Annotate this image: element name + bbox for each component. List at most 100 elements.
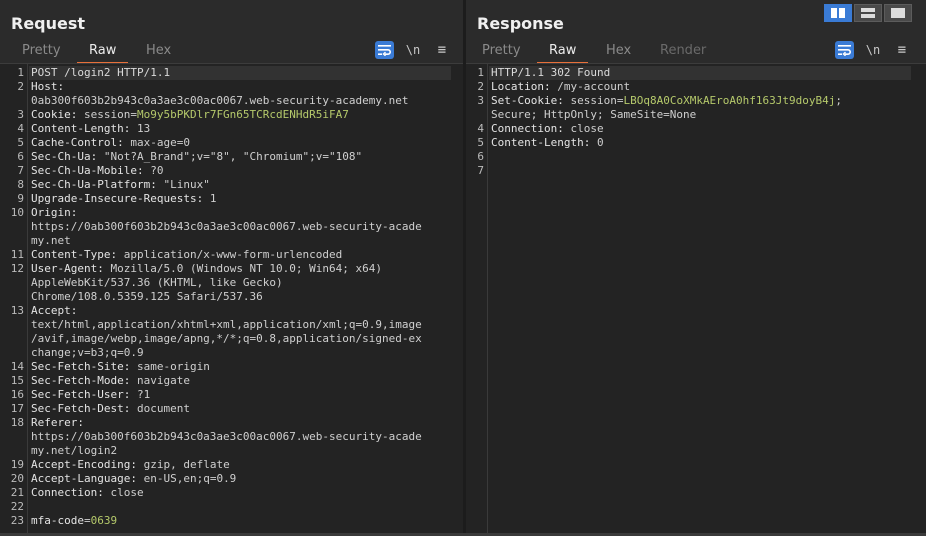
token-value: Mo9y5bPKDlr7FGn65TCRcdENHdR5iFA7 — [136, 108, 349, 121]
code-line: Chrome/108.0.5359.125 Safari/537.36 — [31, 290, 263, 304]
line-number: 2 — [477, 80, 484, 93]
request-title: Request — [11, 14, 86, 33]
line-number: 5 — [477, 136, 484, 149]
line-number: 14 — [10, 360, 24, 373]
header-name: Sec-Fetch-Dest: — [31, 402, 137, 415]
header-value: = — [83, 514, 91, 527]
code-line: https://0ab300f603b2b943c0a3ae3c00ac0067… — [31, 220, 422, 234]
code-line: Accept: — [31, 304, 77, 318]
code-line: Accept-Language: en-US,en;q=0.9 — [31, 472, 236, 486]
line-number: 11 — [10, 248, 24, 261]
header-name: Sec-Ch-Ua: — [31, 150, 104, 163]
code-line: mfa-code=0639 — [31, 514, 117, 528]
header-value: https://0ab300f603b2b943c0a3ae3c00ac0067… — [31, 220, 422, 233]
code-line: Connection: close — [491, 122, 604, 136]
header-name: Cache-Control: — [31, 136, 131, 149]
code-line: Accept-Encoding: gzip, deflate — [31, 458, 230, 472]
line-number: 1 — [477, 66, 484, 79]
code-line: Sec-Fetch-Site: same-origin — [31, 360, 210, 374]
header-value: session — [83, 108, 131, 121]
header-value: gzip, deflate — [143, 458, 230, 471]
request-wrap-lines-button[interactable] — [375, 41, 394, 59]
header-value: 13 — [136, 122, 151, 135]
request-newline-toggle[interactable]: \n — [404, 41, 422, 59]
line-number: 21 — [10, 486, 24, 499]
header-name: User-Agent: — [31, 262, 111, 275]
request-tab-pretty[interactable]: Pretty — [10, 39, 73, 62]
response-tab-raw[interactable]: Raw — [537, 39, 589, 64]
code-line: Secure; HttpOnly; SameSite=None — [491, 108, 696, 122]
header-name: Origin: — [31, 206, 78, 219]
line-number: 8 — [17, 178, 24, 191]
response-title: Response — [477, 14, 564, 33]
code-line: Connection: close — [31, 486, 144, 500]
header-value: ; — [835, 94, 843, 107]
line-number: 18 — [10, 416, 24, 429]
line-number: 10 — [10, 206, 24, 219]
code-line: POST /login2 HTTP/1.1 — [31, 66, 170, 80]
header-value: max-age=0 — [130, 136, 190, 149]
response-menu-icon[interactable]: ≡ — [894, 41, 910, 59]
top-bottom-icon[interactable] — [854, 4, 882, 22]
header-value: 0 — [596, 136, 604, 149]
response-tab-hex[interactable]: Hex — [594, 39, 643, 62]
line-number: 7 — [477, 164, 484, 177]
code-line: my.net — [31, 234, 71, 248]
header-value: HTTP/1.1 302 Found — [491, 66, 611, 79]
request-tab-hex[interactable]: Hex — [134, 39, 183, 62]
header-name: Accept: — [31, 304, 78, 317]
header-value: Mozilla/5.0 (Windows NT 10.0; Win64; x64… — [110, 262, 383, 275]
header-value: 1 — [209, 192, 217, 205]
header-name: Host: — [31, 80, 65, 93]
response-newline-toggle[interactable]: \n — [864, 41, 882, 59]
header-value: "Linux" — [163, 178, 210, 191]
code-line: Upgrade-Insecure-Requests: 1 — [31, 192, 216, 206]
header-name: Sec-Fetch-Site: — [31, 360, 137, 373]
header-value: 0ab300f603b2b943c0a3ae3c00ac0067.web-sec… — [31, 94, 409, 107]
header-name: Location: — [491, 80, 558, 93]
request-tab-raw[interactable]: Raw — [77, 39, 129, 64]
wrap-lines-icon — [838, 44, 851, 56]
code-line: Sec-Ch-Ua-Platform: "Linux" — [31, 178, 210, 192]
header-name: Referer: — [31, 416, 84, 429]
header-value: my.net — [31, 234, 71, 247]
header-value: https://0ab300f603b2b943c0a3ae3c00ac0067… — [31, 430, 422, 443]
code-line: User-Agent: Mozilla/5.0 (Windows NT 10.0… — [31, 262, 382, 276]
response-wrap-lines-button[interactable] — [835, 41, 854, 59]
response-tabs: Pretty Raw Hex Render — [466, 39, 926, 64]
code-line: /avif,image/webp,image/apng,*/*;q=0.8,ap… — [31, 332, 422, 346]
side-by-side-icon[interactable] — [824, 4, 852, 22]
layout-toggle — [824, 4, 912, 22]
code-line: Content-Length: 0 — [491, 136, 604, 150]
response-tab-pretty[interactable]: Pretty — [470, 39, 533, 62]
header-value: /avif,image/webp,image/apng,*/*;q=0.8,ap… — [31, 332, 422, 345]
line-number: 4 — [477, 122, 484, 135]
code-line: Sec-Fetch-Dest: document — [31, 402, 190, 416]
header-value: same-origin — [136, 360, 210, 373]
line-number: 6 — [17, 150, 24, 163]
response-pane: Response Pretty Raw Hex Render \n ≡ 1 HTT… — [466, 0, 926, 536]
code-line: AppleWebKit/537.36 (KHTML, like Gecko) — [31, 276, 283, 290]
code-line: HTTP/1.1 302 Found — [491, 66, 610, 80]
line-number: 7 — [17, 164, 24, 177]
header-name: Sec-Ch-Ua-Platform: — [31, 178, 164, 191]
header-name: Sec-Ch-Ua-Mobile: — [31, 164, 151, 177]
code-line: Sec-Ch-Ua: "Not?A_Brand";v="8", "Chromiu… — [31, 150, 362, 164]
response-editor[interactable]: 1 HTTP/1.1 302 Found 2 Location: /my-accoun… — [466, 64, 926, 536]
request-menu-icon[interactable]: ≡ — [434, 41, 450, 59]
token-value: LBOq8A0CoXMkAEroA0hf163Jt9doyB4j — [623, 94, 836, 107]
single-pane-icon[interactable] — [884, 4, 912, 22]
header-value: ?1 — [136, 388, 151, 401]
response-tab-render[interactable]: Render — [648, 39, 718, 62]
header-value: POST /login2 HTTP/1.1 — [31, 66, 171, 79]
request-editor[interactable]: 1 POST /login2 HTTP/1.1 2 Host: 0ab300f603b2… — [0, 64, 463, 536]
line-number: 22 — [10, 500, 24, 513]
line-number: 2 — [17, 80, 24, 93]
code-line: Content-Length: 13 — [31, 122, 150, 136]
header-value: Chrome/108.0.5359.125 Safari/537.36 — [31, 290, 263, 303]
code-line: https://0ab300f603b2b943c0a3ae3c00ac0067… — [31, 430, 422, 444]
line-number: 3 — [17, 108, 24, 121]
header-name: Upgrade-Insecure-Requests: — [31, 192, 210, 205]
code-line: Set-Cookie: session=LBOq8A0CoXMkAEroA0hf… — [491, 94, 842, 108]
code-line: text/html,application/xhtml+xml,applicat… — [31, 318, 422, 332]
